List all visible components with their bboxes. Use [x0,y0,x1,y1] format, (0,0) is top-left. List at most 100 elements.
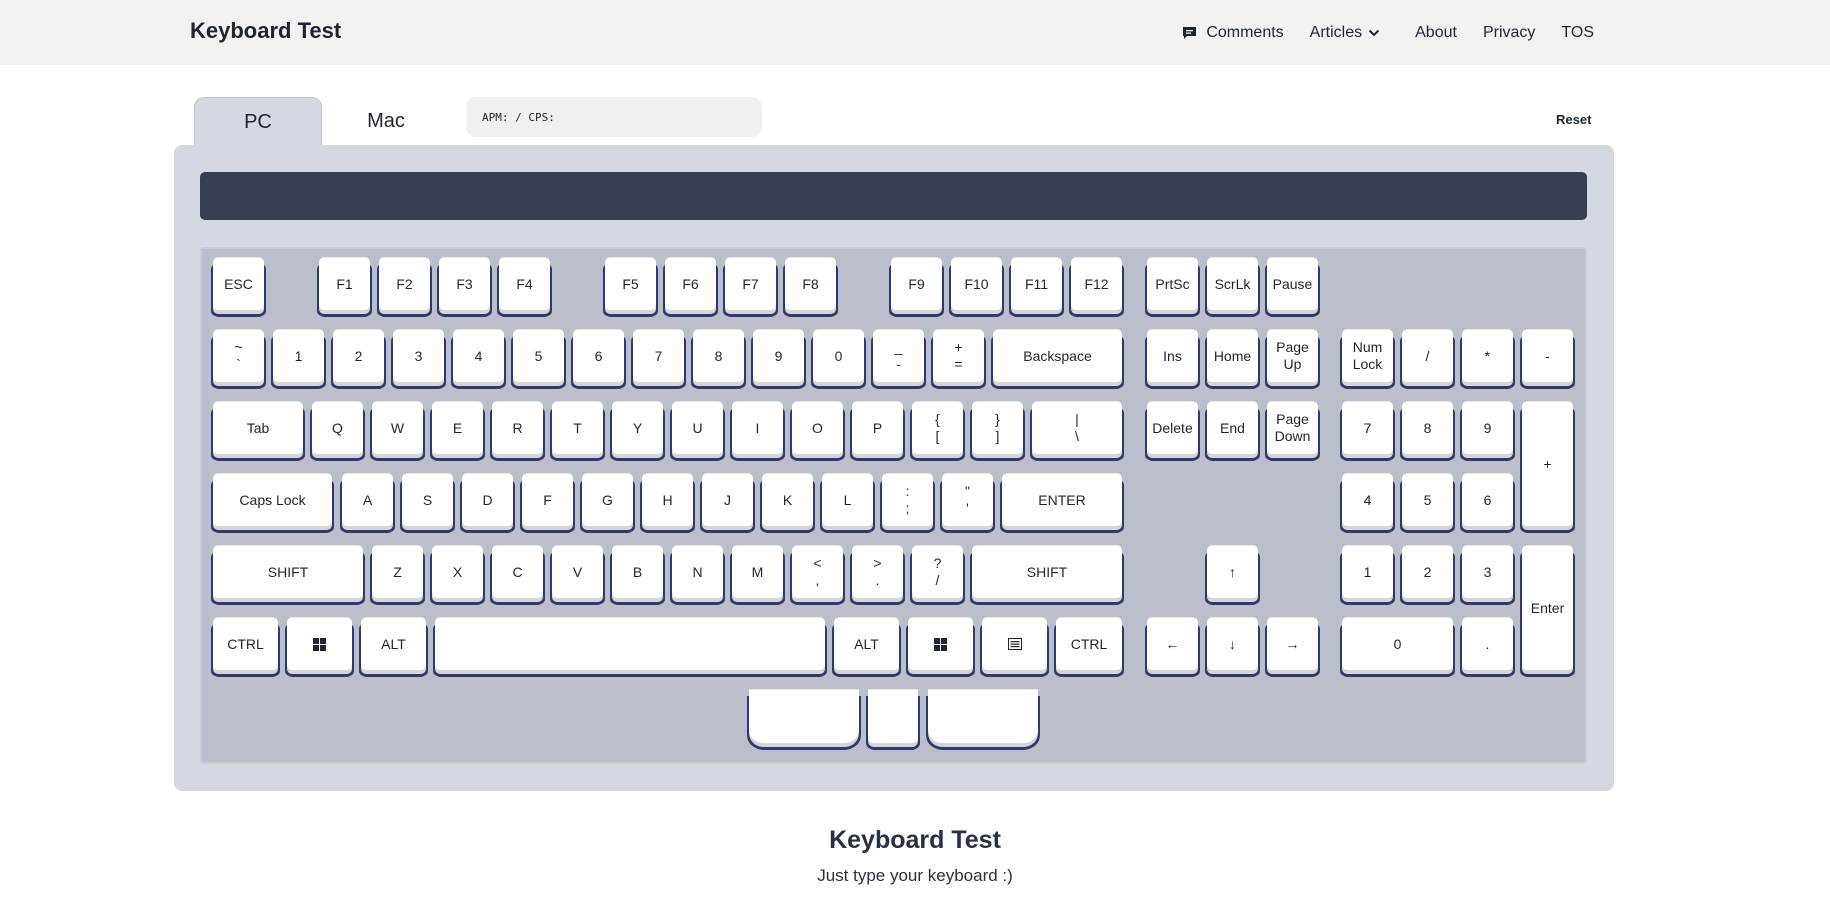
key-f9[interactable]: F9 [891,258,942,310]
key-t[interactable]: T [552,402,603,454]
key-l[interactable]: L [822,474,873,526]
key-left-ctrl[interactable]: CTRL [213,618,278,670]
key-arrow-right[interactable]: → [1267,618,1318,670]
key-f5[interactable]: F5 [605,258,656,310]
key-slash[interactable]: ? / [912,546,963,598]
mouse-middle-button[interactable] [868,690,918,743]
key-j[interactable]: J [702,474,753,526]
key-q[interactable]: Q [312,402,363,454]
key-period[interactable]: >. [852,546,903,598]
nav-privacy[interactable]: Privacy [1483,24,1535,42]
tab-mac[interactable]: Mac [322,97,450,146]
key-s[interactable]: S [402,474,453,526]
key-numpad-0[interactable]: 0 [1342,618,1453,670]
key-backtick[interactable]: ~ ` [213,330,264,382]
key-backspace[interactable]: Backspace [993,330,1122,382]
key-context-menu[interactable] [982,618,1047,670]
key-arrow-down[interactable]: ↓ [1207,618,1258,670]
key-b[interactable]: B [612,546,663,598]
key-right-bracket[interactable]: }] [972,402,1023,454]
key-prtsc[interactable]: PrtSc [1147,258,1198,310]
key-d[interactable]: D [462,474,513,526]
key-semicolon[interactable]: :; [882,474,933,526]
key-e[interactable]: E [432,402,483,454]
key-v[interactable]: V [552,546,603,598]
key-p[interactable]: P [852,402,903,454]
nav-comments[interactable]: Comments [1182,24,1284,42]
key-numpad-multiply[interactable]: * [1462,330,1513,382]
key-c[interactable]: C [492,546,543,598]
key-left-win[interactable] [287,618,352,670]
key-numlock[interactable]: Num Lock [1342,330,1393,382]
key-numpad-9[interactable]: 9 [1462,402,1513,454]
key-numpad-decimal[interactable]: . [1462,618,1513,670]
tab-pc[interactable]: PC [194,97,322,146]
key-arrow-left[interactable]: ← [1147,618,1198,670]
key-0[interactable]: 0 [813,330,864,382]
key-numpad-enter[interactable]: Enter [1522,546,1573,670]
key-numpad-4[interactable]: 4 [1342,474,1393,526]
key-g[interactable]: G [582,474,633,526]
key-i[interactable]: I [732,402,783,454]
key-f7[interactable]: F7 [725,258,776,310]
nav-about[interactable]: About [1415,24,1457,42]
key-right-alt[interactable]: ALT [834,618,899,670]
key-quote[interactable]: " ' [942,474,993,526]
key-minus[interactable]: _ - [873,330,924,382]
key-f10[interactable]: F10 [951,258,1002,310]
key-numpad-subtract[interactable]: - [1522,330,1573,382]
key-right-shift[interactable]: SHIFT [972,546,1122,598]
key-pageup[interactable]: Page Up [1267,330,1318,382]
key-x[interactable]: X [432,546,483,598]
key-k[interactable]: K [762,474,813,526]
key-f11[interactable]: F11 [1011,258,1062,310]
key-f1[interactable]: F1 [319,258,370,310]
key-f4[interactable]: F4 [499,258,550,310]
key-numpad-add[interactable]: + [1522,402,1573,526]
key-numpad-8[interactable]: 8 [1402,402,1453,454]
key-numpad-2[interactable]: 2 [1402,546,1453,598]
key-tab[interactable]: Tab [213,402,303,454]
key-3[interactable]: 3 [393,330,444,382]
key-capslock[interactable]: Caps Lock [213,474,332,526]
key-numpad-6[interactable]: 6 [1462,474,1513,526]
key-right-win[interactable] [908,618,973,670]
mouse-left-button[interactable] [749,690,859,743]
key-8[interactable]: 8 [693,330,744,382]
key-4[interactable]: 4 [453,330,504,382]
key-esc[interactable]: ESC [213,258,264,310]
key-a[interactable]: A [342,474,393,526]
key-numpad-7[interactable]: 7 [1342,402,1393,454]
key-o[interactable]: O [792,402,843,454]
key-left-shift[interactable]: SHIFT [213,546,363,598]
key-numpad-3[interactable]: 3 [1462,546,1513,598]
key-9[interactable]: 9 [753,330,804,382]
key-arrow-up[interactable]: ↑ [1207,546,1258,598]
key-end[interactable]: End [1207,402,1258,454]
key-scrlk[interactable]: ScrLk [1207,258,1258,310]
key-numpad-1[interactable]: 1 [1342,546,1393,598]
key-2[interactable]: 2 [333,330,384,382]
key-backslash[interactable]: | \ [1032,402,1122,454]
nav-tos[interactable]: TOS [1561,24,1594,42]
key-left-bracket[interactable]: {[ [912,402,963,454]
key-comma[interactable]: <, [792,546,843,598]
key-n[interactable]: N [672,546,723,598]
key-5[interactable]: 5 [513,330,564,382]
key-u[interactable]: U [672,402,723,454]
key-equal[interactable]: + = [933,330,984,382]
nav-articles[interactable]: Articles [1310,24,1389,42]
key-1[interactable]: 1 [273,330,324,382]
key-left-alt[interactable]: ALT [361,618,426,670]
key-h[interactable]: H [642,474,693,526]
key-space[interactable] [435,618,825,670]
key-pause[interactable]: Pause [1267,258,1318,310]
reset-button[interactable]: Reset [1556,112,1591,127]
key-f8[interactable]: F8 [785,258,836,310]
key-enter[interactable]: ENTER [1002,474,1122,526]
key-m[interactable]: M [732,546,783,598]
key-home[interactable]: Home [1207,330,1258,382]
key-f12[interactable]: F12 [1071,258,1122,310]
brand-logo[interactable]: Keyboard Test [190,18,341,44]
key-f[interactable]: F [522,474,573,526]
